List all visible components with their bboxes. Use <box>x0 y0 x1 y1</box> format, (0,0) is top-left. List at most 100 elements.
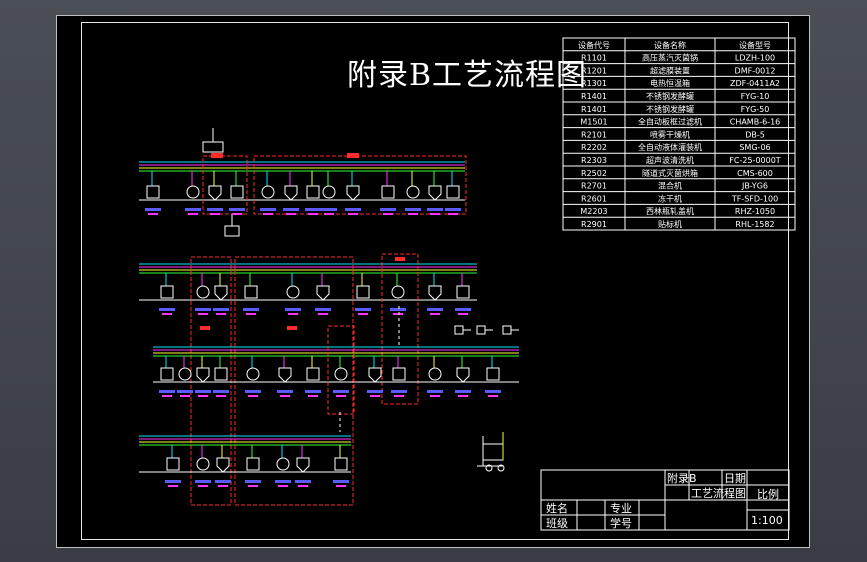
table-header-cell: 设备代号 <box>578 40 610 50</box>
equipment-table: 设备代号 设备名称 设备型号 R1101 高压蒸汽灭菌锅 LDZH-100 R1201 超滤膜… <box>562 37 796 231</box>
equipment-symbol <box>213 356 229 397</box>
table-cell: 贴标机 <box>658 219 682 229</box>
equipment-symbol <box>275 445 291 487</box>
equipment-symbol <box>380 171 396 215</box>
table-cell: R2502 <box>581 169 607 178</box>
table-cell: M1501 <box>580 118 607 127</box>
title-block-scale-label: 比例 <box>757 487 779 501</box>
equipment-symbol <box>427 273 443 315</box>
title-block-class-label: 班级 <box>546 517 568 530</box>
table-cell: 全自动液体灌装机 <box>638 142 702 152</box>
equipment-symbol <box>245 445 261 487</box>
table-cell: 全自动板框过滤机 <box>638 117 702 127</box>
equipment-symbol <box>215 445 231 487</box>
table-cell: R1301 <box>581 79 607 88</box>
equipment-symbol <box>207 171 223 215</box>
equipment-symbol <box>345 171 361 215</box>
equipment-symbol <box>229 171 245 215</box>
table-cell: 电热恒温箱 <box>650 78 690 88</box>
table-cell: RHZ-1050 <box>735 207 775 216</box>
equipment-symbol <box>159 273 175 315</box>
process-flow-diagram: 设备代号 设备名称 设备型号 R1101 高压蒸汽灭菌锅 LDZH-100 R1201 超滤膜… <box>139 37 796 531</box>
table-cell: R1401 <box>581 92 607 101</box>
title-block-date-label: 日期 <box>724 472 746 485</box>
equipment-symbol <box>213 273 229 315</box>
title-block-scale-value: 1:100 <box>751 514 783 527</box>
table-cell: DMF-0012 <box>735 66 776 75</box>
table-cell: RHL-1582 <box>735 220 774 229</box>
table-cell: R2202 <box>581 143 607 152</box>
table-cell: FYG-50 <box>741 105 770 114</box>
table-cell: FYG-10 <box>741 92 770 101</box>
table-cell: JB-YG6 <box>741 182 768 191</box>
table-cell: R1201 <box>581 66 607 75</box>
title-block-name-label: 姓名 <box>546 501 568 515</box>
equipment-symbol <box>305 356 321 397</box>
title-block-drawing-name-label: 附录B <box>667 471 697 485</box>
table-cell: 喷雾干燥机 <box>650 129 690 139</box>
equipment-symbol <box>295 445 311 487</box>
equipment-symbol <box>390 273 406 315</box>
equipment-symbol <box>405 171 421 215</box>
table-cell: FC-25-0000T <box>729 156 781 165</box>
equipment-symbol <box>260 171 276 215</box>
table-cell: 超滤膜装置 <box>650 65 690 75</box>
table-cell: 不锈钢发酵罐 <box>646 91 694 101</box>
equipment-symbol <box>185 171 201 215</box>
table-cell: R2303 <box>581 156 607 165</box>
table-cell: R1101 <box>581 54 607 63</box>
equipment-symbol <box>333 445 349 487</box>
equipment-symbol <box>455 356 471 397</box>
equipment-symbol <box>455 273 471 315</box>
process-row-3 <box>153 325 519 415</box>
title-block-major-label: 专业 <box>610 501 632 515</box>
table-cell: CMS-600 <box>737 169 773 178</box>
table-cell: 隧道式灭菌烘箱 <box>642 168 698 178</box>
table-cell: 西林瓶轧盖机 <box>646 206 694 216</box>
equipment-symbol <box>333 356 349 397</box>
table-cell: R2601 <box>581 194 607 203</box>
equipment-symbol <box>485 356 501 397</box>
table-cell: R1401 <box>581 105 607 114</box>
table-header-cell: 设备型号 <box>739 40 771 50</box>
drawing-sheet: 附录B工艺流程图 设备代号 设备名称 设备型号 R1101 高压蒸汽灭菌锅 LDZH-10… <box>56 15 810 548</box>
table-cell: M2203 <box>580 207 607 216</box>
table-cell: 不锈钢发酵罐 <box>646 104 694 114</box>
equipment-symbol <box>427 171 443 215</box>
equipment-symbol <box>285 273 301 315</box>
equipment-symbol <box>195 273 211 315</box>
table-cell: 冻干机 <box>658 193 682 203</box>
equipment-symbol <box>277 356 293 397</box>
equipment-symbol <box>195 445 211 487</box>
equipment-symbol <box>315 273 331 315</box>
table-cell: R2701 <box>581 182 607 191</box>
equipment-symbol <box>305 171 321 215</box>
table-cell: CHAMB-6-16 <box>730 118 781 127</box>
equipment-symbol <box>367 356 383 397</box>
table-cell: 高压蒸汽灭菌锅 <box>642 53 698 63</box>
equipment-symbol <box>391 356 407 397</box>
table-cell: SMG-06 <box>739 143 770 152</box>
table-cell: R2101 <box>581 130 607 139</box>
equipment-symbol <box>445 171 461 215</box>
equipment-symbol <box>283 171 299 215</box>
equipment-symbol <box>321 171 337 215</box>
equipment-symbol <box>145 171 161 215</box>
table-header-cell: 设备名称 <box>654 40 686 50</box>
equipment-symbol <box>427 356 443 397</box>
table-cell: ZDF-0411A2 <box>730 79 780 88</box>
process-row-4 <box>139 432 505 487</box>
equipment-symbol <box>159 356 175 397</box>
title-block-student-id-label: 学号 <box>610 516 632 530</box>
table-cell: 超声波清洗机 <box>646 155 694 165</box>
forklift-icon <box>477 432 505 472</box>
table-cell: DB-5 <box>745 130 765 139</box>
table-cell: TF-SFD-100 <box>731 194 778 203</box>
table-cell: LDZH-100 <box>735 54 775 63</box>
table-cell: 混合机 <box>658 181 682 191</box>
equipment-symbol <box>195 356 211 397</box>
equipment-symbol <box>243 273 259 315</box>
table-cell: R2901 <box>581 220 607 229</box>
equipment-symbol <box>165 445 181 487</box>
process-row-1 <box>139 128 467 237</box>
